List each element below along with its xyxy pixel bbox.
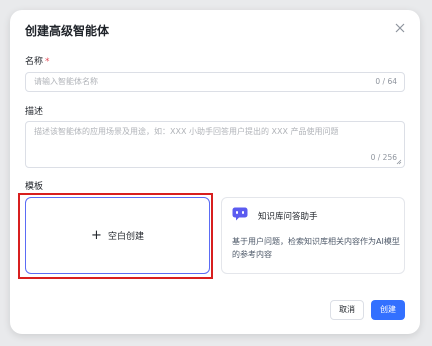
kb-qa-template-description: 基于用户问题，检索知识库相关内容作为AI模型的参考内容 <box>232 237 400 259</box>
create-button[interactable]: 创建 <box>371 300 405 320</box>
name-label: 名称 * <box>25 54 50 67</box>
required-mark: * <box>45 57 50 67</box>
kb-qa-template-card[interactable]: 知识库问答助手 基于用户问题，检索知识库相关内容作为AI模型的参考内容 <box>221 197 405 274</box>
cancel-button[interactable]: 取消 <box>330 300 364 320</box>
resize-handle-icon[interactable] <box>396 159 402 165</box>
description-label: 描述 <box>25 107 44 117</box>
create-agent-dialog: 创建高级智能体 名称 * 请输入智能体名称 0 / 64 描述 描述该智能体的应用… <box>10 10 420 334</box>
robot-icon <box>232 207 248 221</box>
description-char-counter: 0 / 256 <box>370 153 397 162</box>
description-placeholder: 描述该智能体的应用场景及用途，如：XXX 小助手回答用户提出的 XXX 产品使用… <box>34 127 339 136</box>
template-label: 模板 <box>25 182 44 192</box>
plus-icon: + <box>91 228 102 243</box>
name-input[interactable]: 请输入智能体名称 0 / 64 <box>25 72 405 92</box>
name-char-counter: 0 / 64 <box>375 77 397 86</box>
dialog-title: 创建高级智能体 <box>25 24 110 38</box>
blank-create-card[interactable]: + 空白创建 <box>25 197 210 274</box>
blank-create-label: 空白创建 <box>107 232 144 242</box>
name-input-placeholder: 请输入智能体名称 <box>34 77 98 86</box>
name-label-text: 名称 <box>25 57 44 67</box>
close-icon[interactable] <box>392 20 408 36</box>
description-textarea[interactable]: 描述该智能体的应用场景及用途，如：XXX 小助手回答用户提出的 XXX 产品使用… <box>25 121 405 168</box>
kb-qa-template-name: 知识库问答助手 <box>258 212 318 222</box>
